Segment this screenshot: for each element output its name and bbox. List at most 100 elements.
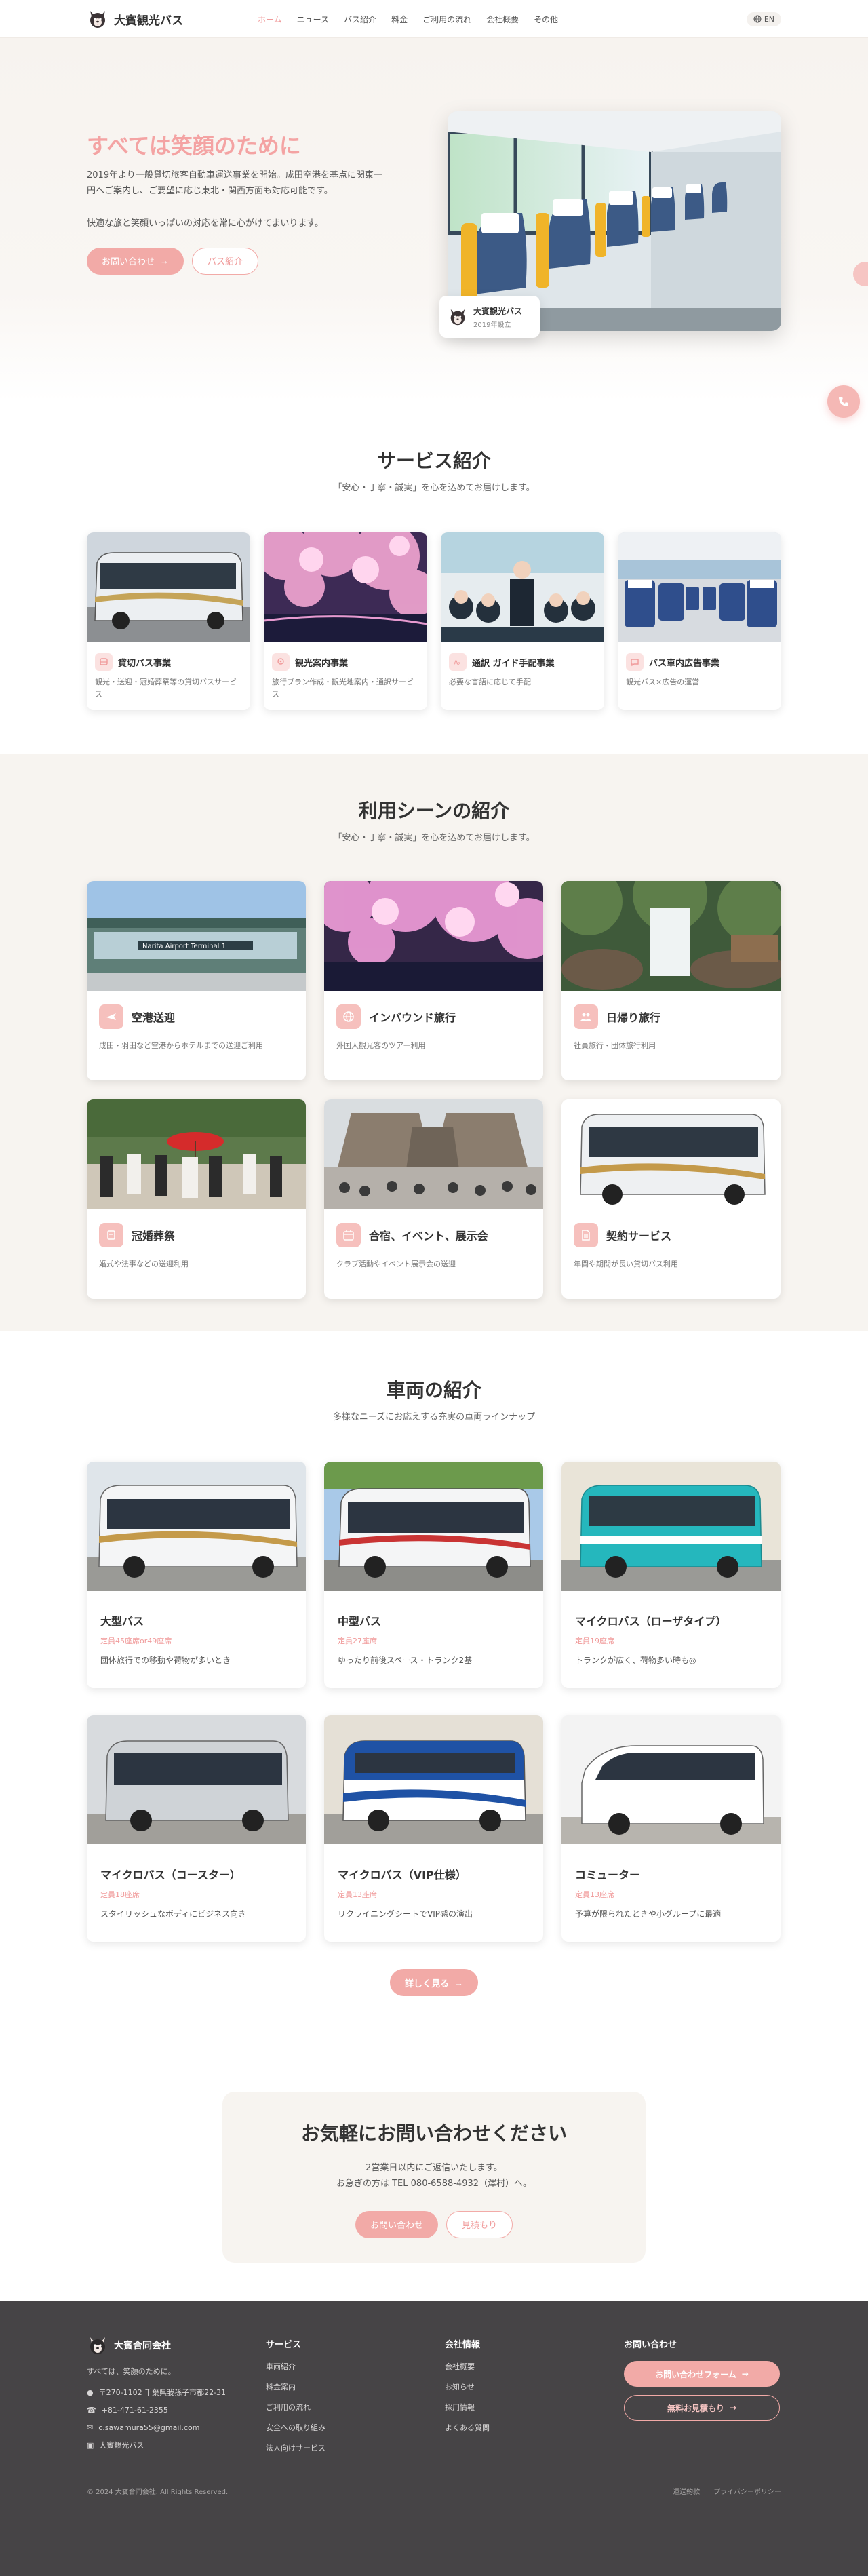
quote-button-label: 見積もり [462, 2220, 498, 2230]
footer-email[interactable]: c.sawamura55@gmail.com [98, 2424, 199, 2432]
arrow-right-icon: → [741, 2369, 749, 2379]
dog-logo-icon [450, 309, 465, 326]
people-icon [574, 1004, 598, 1029]
footer-link[interactable]: お知らせ [445, 2381, 624, 2392]
scenes-title: 利用シーンの紹介 [358, 800, 510, 822]
vehicle-card[interactable]: マイクロバス（VIP仕様） 定員13座席 リクライニングシートでVIP感の演出 [324, 1715, 543, 1942]
vehicle-card[interactable]: マイクロバス（コースター） 定員18座席 スタイリッシュなボディにビジネス向き [87, 1715, 306, 1942]
vehicle-title: マイクロバス（VIP仕様） [338, 1869, 467, 1881]
footer-link[interactable]: ご利用の流れ [266, 2402, 445, 2413]
translate-icon: Az [449, 653, 467, 671]
nav-other[interactable]: その他 [534, 14, 558, 25]
vehicle-capacity: 定員13座席 [338, 1890, 377, 1899]
nav-home[interactable]: ホーム [258, 14, 282, 25]
badge-subtitle: 2019年設立 [473, 321, 511, 329]
globe-icon [753, 15, 762, 23]
vehicle-capacity: 定員13座席 [575, 1890, 614, 1899]
vehicle-card[interactable]: 中型バス 定員27座席 ゆったり前後スペース・トランク2基 [324, 1462, 543, 1688]
footer-link[interactable]: 法人向けサービス [266, 2442, 445, 2453]
hero-section: すべては笑顔のために 2019年より一般貸切旅客自動車運送事業を開始。成田空港を… [0, 38, 868, 418]
hero-bus-button[interactable]: バス紹介 [192, 247, 259, 275]
service-card[interactable]: Az 通訳 ガイド手配事業 必要な言語に応じて手配 [441, 532, 604, 710]
vehicle-image-commuter [561, 1715, 781, 1844]
scenes-subtitle: 「安心・丁寧・誠実」を心を込めてお届けします。 [333, 833, 535, 843]
vehicle-card[interactable]: コミューター 定員13座席 予算が限られたときや小グループに最適 [561, 1715, 781, 1942]
contact-section: お気軽にお問い合わせください 2営業日以内にご返信いたします。 お急ぎの方は T… [0, 2046, 868, 2301]
contact-line-2: お急ぎの方は TEL 080-6588-4932（澤村）へ。 [336, 2178, 532, 2189]
contact-button[interactable]: お問い合わせ [355, 2210, 438, 2238]
globe-icon [336, 1004, 361, 1029]
service-image-bus [87, 532, 250, 642]
hero-contact-button[interactable]: お問い合わせ → [87, 247, 184, 275]
nav-company[interactable]: 会社概要 [486, 14, 519, 25]
hero-badge: 大賓観光バス 2019年設立 [439, 296, 540, 338]
footer-address: 〒270-1102 千葉県我孫子市都22-31 [98, 2387, 226, 2397]
footer-quote-button[interactable]: 無料お見積もり → [624, 2395, 780, 2421]
brand-name: 大賓観光バス [114, 14, 183, 28]
service-desc: 観光バス×広告の運営 [626, 678, 700, 686]
footer-link[interactable]: よくある質問 [445, 2422, 624, 2433]
service-card[interactable]: バス車内広告事業 観光バス×広告の運営 [618, 532, 781, 710]
scene-card[interactable]: 冠婚葬祭 婚式や法事などの送迎利用 [87, 1099, 306, 1299]
vehicle-card[interactable]: 大型バス 定員45座席or49座席 団体旅行での移動や荷物が多いとき [87, 1462, 306, 1688]
footer-link[interactable]: 会社概要 [445, 2361, 624, 2372]
service-title: 貸切バス事業 [118, 658, 172, 669]
service-desc: 観光・送迎・冠婚葬祭等の貸切バスサービス [95, 678, 237, 699]
footer-contact-heading: お問い合わせ [624, 2340, 677, 2350]
dog-logo-icon [90, 2337, 105, 2354]
language-switch[interactable]: EN [746, 12, 781, 26]
footer-link[interactable]: 車両紹介 [266, 2361, 445, 2372]
vehicles-subtitle: 多様なニーズにお応えする充実の車両ラインナップ [332, 1412, 536, 1422]
service-title: バス車内広告事業 [649, 658, 720, 669]
vehicle-capacity: 定員18座席 [100, 1890, 140, 1899]
contact-button-label: お問い合わせ [370, 2220, 423, 2230]
scene-desc: 社員旅行・団体旅行利用 [574, 1041, 656, 1050]
vehicle-capacity: 定員27座席 [338, 1637, 377, 1645]
vehicle-desc: スタイリッシュなボディにビジネス向き [100, 1909, 247, 1919]
nav-flow[interactable]: ご利用の流れ [422, 14, 471, 25]
footer-phone[interactable]: +81-471-61-2355 [102, 2406, 168, 2414]
vehicle-desc: ゆったり前後スペース・トランク2基 [338, 1656, 473, 1665]
main-nav: ホーム ニュース バス紹介 料金 ご利用の流れ 会社概要 その他 [258, 14, 558, 25]
scene-card[interactable]: 日帰り旅行 社員旅行・団体旅行利用 [561, 881, 781, 1080]
scene-card[interactable]: インバウンド旅行 外国人観光客のツアー利用 [324, 881, 543, 1080]
footer-bottom-link[interactable]: 運送約款 [673, 2486, 700, 2496]
vehicle-image-large-bus [87, 1462, 306, 1591]
scene-card[interactable]: 契約サービス 年間や期間が長い貸切バス利用 [561, 1099, 781, 1299]
scene-image-event-hall [324, 1099, 543, 1209]
nav-price[interactable]: 料金 [391, 14, 408, 25]
service-card[interactable]: 観光案内事業 旅行プラン作成・観光地案内・通訳サービス [264, 532, 427, 710]
nav-news[interactable]: ニュース [297, 14, 329, 25]
vehicle-card[interactable]: マイクロバス（ローザタイプ） 定員19座席 トランクが広く、荷物多い時も◎ [561, 1462, 781, 1688]
vehicle-capacity: 定員19座席 [575, 1637, 614, 1645]
scene-card[interactable]: Narita Airport Terminal 1 空港送迎 成田・羽田など空港… [87, 881, 306, 1080]
vehicles-section: 車両の紹介 多様なニーズにお応えする充実の車両ラインナップ 大型バス 定員45座… [0, 1331, 868, 2046]
services-title: サービス紹介 [376, 450, 491, 472]
footer-link[interactable]: 料金案内 [266, 2381, 445, 2392]
copyright: © 2024 大賓合同会社. All Rights Reserved. [87, 2489, 229, 2496]
phone-call-button[interactable] [827, 385, 860, 418]
vehicle-desc: リクライニングシートでVIP感の演出 [338, 1909, 473, 1919]
footer-contact-form-button[interactable]: お問い合わせフォーム → [624, 2361, 780, 2387]
footer-link[interactable]: 安全への取り組み [266, 2422, 445, 2433]
footer-service-heading: サービス [266, 2340, 302, 2350]
vehicles-more-button[interactable]: 詳しく見る → [389, 1969, 478, 1996]
vehicle-title: マイクロバス（ローザタイプ） [575, 1615, 727, 1628]
plane-icon [99, 1004, 123, 1029]
vehicle-capacity: 定員45座席or49座席 [100, 1637, 172, 1645]
scene-title: 合宿、イベント、展示会 [369, 1230, 488, 1243]
side-floating-tab[interactable] [853, 262, 868, 286]
dog-logo-icon [90, 11, 105, 28]
scene-card[interactable]: 合宿、イベント、展示会 クラブ活動やイベント展示会の送迎 [324, 1099, 543, 1299]
site-logo[interactable]: 大賓観光バス [87, 8, 183, 30]
footer-form-label: お問い合わせフォーム [655, 2369, 736, 2379]
footer-link[interactable]: 採用情報 [445, 2402, 624, 2413]
footer-bottom-link[interactable]: プライバシーポリシー [713, 2486, 781, 2496]
service-image-guide [441, 532, 604, 642]
chat-icon [626, 653, 644, 671]
vehicle-desc: 予算が限られたときや小グループに最適 [575, 1909, 722, 1919]
nav-bus[interactable]: バス紹介 [344, 14, 376, 25]
scene-image-onsen [561, 881, 781, 991]
quote-button[interactable]: 見積もり [446, 2210, 513, 2238]
service-card[interactable]: 貸切バス事業 観光・送迎・冠婚葬祭等の貸切バスサービス [87, 532, 250, 710]
